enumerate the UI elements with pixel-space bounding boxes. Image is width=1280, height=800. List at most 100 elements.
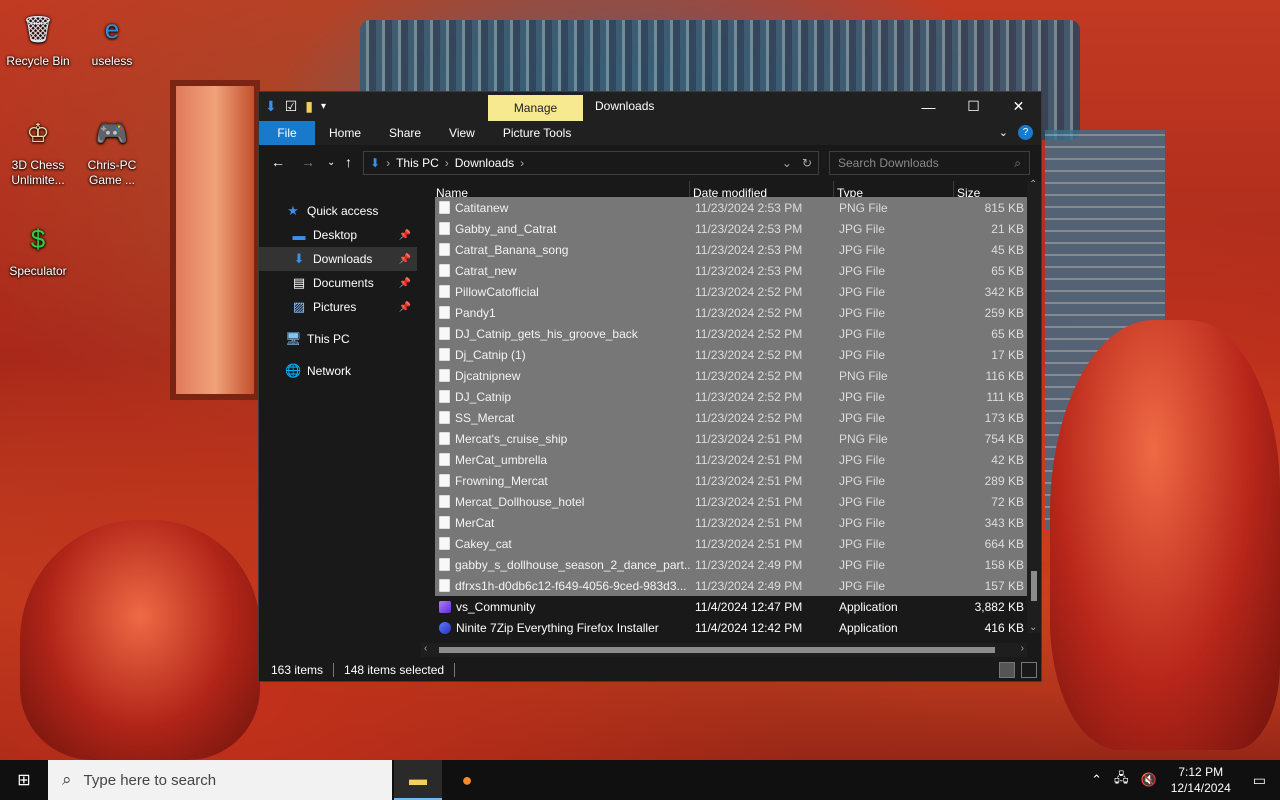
file-size: 815 KB: [984, 200, 1024, 215]
expand-ribbon-icon[interactable]: ⌄: [999, 126, 1008, 139]
file-list[interactable]: Name Date modified Type Size Catitanew 11…: [433, 181, 1041, 659]
file-date: 11/23/2024 2:52 PM: [695, 347, 803, 362]
file-row[interactable]: Mercat_Dollhouse_hotel 11/23/2024 2:51 PM…: [435, 491, 1029, 512]
file-row[interactable]: Dj_Catnip (1) 11/23/2024 2:52 PM JPG File 1…: [435, 344, 1029, 365]
quick-access-toolbar: ⬇ ☑ ▮ ▾: [265, 98, 326, 115]
nav-desktop[interactable]: ▬ Desktop 📌: [259, 223, 417, 247]
recent-locations-icon[interactable]: ⌄: [327, 157, 335, 168]
tab-picture-tools[interactable]: Picture Tools: [489, 121, 585, 145]
new-folder-icon[interactable]: ▮: [305, 98, 313, 115]
nav-quick-access[interactable]: ★ Quick access: [259, 199, 417, 223]
breadcrumb-downloads[interactable]: Downloads: [455, 156, 514, 170]
network-status-icon[interactable]: 🖧: [1108, 769, 1135, 791]
file-explorer-taskbar-icon[interactable]: ▬: [394, 760, 442, 800]
file-name: Ninite 7Zip Everything Firefox Installer: [456, 620, 659, 635]
file-row[interactable]: Catrat_new 11/23/2024 2:53 PM JPG File 65 K…: [435, 260, 1029, 281]
customize-toolbar-icon[interactable]: ▾: [321, 101, 326, 112]
item-count: 163 items: [271, 663, 324, 677]
help-icon[interactable]: ?: [1018, 125, 1033, 140]
nav-documents[interactable]: ▤ Documents 📌: [259, 271, 417, 295]
nav-downloads[interactable]: ⬇ Downloads 📌: [259, 247, 417, 271]
chevron-right-icon[interactable]: ›: [520, 156, 524, 170]
clock[interactable]: 7:12 PM 12/14/2024: [1163, 764, 1239, 796]
desktop-icon[interactable]: 🎮 Chris-PC Game ...: [74, 112, 150, 188]
forward-arrow-icon[interactable]: →: [301, 154, 315, 170]
image-file-icon: [439, 222, 450, 235]
desktop-icon[interactable]: e useless: [74, 8, 150, 69]
scroll-left-icon[interactable]: ‹: [424, 643, 427, 654]
manage-tab[interactable]: Manage: [488, 95, 583, 121]
vertical-scrollbar[interactable]: ⌃ ⌄: [1027, 179, 1041, 633]
notifications-icon[interactable]: ▭: [1239, 772, 1280, 789]
properties-icon[interactable]: ☑: [285, 98, 298, 115]
nav-this-pc[interactable]: 🖥 This PC: [259, 327, 417, 351]
file-row[interactable]: Pandy1 11/23/2024 2:52 PM JPG File 259 KB: [435, 302, 1029, 323]
tab-file[interactable]: File: [259, 121, 315, 145]
back-arrow-icon[interactable]: ←: [271, 154, 285, 170]
breadcrumb-this-pc[interactable]: This PC: [396, 156, 439, 170]
desktop-icon[interactable]: $ Speculator: [0, 218, 76, 279]
desktop-icon[interactable]: ♔ 3D Chess Unlimite...: [0, 112, 76, 188]
search-input[interactable]: Search Downloads ⌕: [829, 151, 1030, 175]
file-name: SS_Mercat: [455, 410, 515, 425]
file-name: Dj_Catnip (1): [455, 347, 526, 362]
maximize-button[interactable]: ☐: [951, 92, 996, 121]
file-type: JPG File: [839, 557, 886, 572]
scrollbar-thumb[interactable]: [1031, 571, 1037, 601]
file-row[interactable]: Catrat_Banana_song 11/23/2024 2:53 PM JPG …: [435, 239, 1029, 260]
scroll-down-icon[interactable]: ⌄: [1029, 622, 1037, 633]
close-button[interactable]: ✕: [996, 92, 1041, 121]
file-row[interactable]: vs_Community 11/4/2024 12:47 PM Applicatio…: [435, 596, 1029, 617]
address-box[interactable]: ⬇ › This PC › Downloads › ⌄ ↻: [363, 151, 819, 175]
file-row[interactable]: Ninite 7Zip Everything Firefox Installer…: [435, 617, 1029, 638]
taskbar-search-input[interactable]: ⌕ Type here to search: [48, 760, 392, 800]
scrollbar-thumb[interactable]: [439, 647, 995, 653]
scroll-right-icon[interactable]: ›: [1021, 643, 1024, 654]
nav-network[interactable]: 🌐 Network: [259, 359, 417, 383]
file-name: Mercat's_cruise_ship: [455, 431, 568, 446]
file-row[interactable]: PillowCatofficial 11/23/2024 2:52 PM JPG F…: [435, 281, 1029, 302]
tab-home[interactable]: Home: [315, 121, 375, 145]
show-hidden-icons-icon[interactable]: ⌃: [1085, 772, 1108, 788]
file-name: Catrat_new: [455, 263, 517, 278]
scroll-up-icon[interactable]: ⌃: [1029, 179, 1037, 190]
file-row[interactable]: gabby_s_dollhouse_season_2_dance_part...…: [435, 554, 1029, 575]
title-bar[interactable]: ⬇ ☑ ▮ ▾ Manage Downloads — ☐ ✕: [259, 92, 1041, 121]
file-row[interactable]: DJ_Catnip_gets_his_groove_back 11/23/2024…: [435, 323, 1029, 344]
file-row[interactable]: SS_Mercat 11/23/2024 2:52 PM JPG File 173 K…: [435, 407, 1029, 428]
volume-muted-icon[interactable]: 🔇: [1135, 772, 1163, 788]
chevron-down-icon[interactable]: ⌄: [782, 156, 792, 170]
file-type: JPG File: [839, 242, 886, 257]
taskbar-search-placeholder: Type here to search: [83, 771, 217, 789]
file-row[interactable]: Catitanew 11/23/2024 2:53 PM PNG File 815 K…: [435, 197, 1029, 218]
file-type: JPG File: [839, 347, 886, 362]
details-view-icon[interactable]: [999, 662, 1015, 678]
large-icons-view-icon[interactable]: [1021, 662, 1037, 678]
up-arrow-icon[interactable]: ↑: [345, 154, 352, 170]
game-icon: 🎮: [95, 117, 129, 148]
minimize-button[interactable]: —: [906, 92, 951, 121]
file-name: Djcatnipnew: [455, 368, 521, 383]
file-row[interactable]: Gabby_and_Catrat 11/23/2024 2:53 PM JPG Fi…: [435, 218, 1029, 239]
file-size: 416 KB: [984, 620, 1024, 635]
desktop-icon-label: useless: [91, 54, 133, 68]
file-row[interactable]: Frowning_Mercat 11/23/2024 2:51 PM JPG Fil…: [435, 470, 1029, 491]
chevron-right-icon[interactable]: ›: [386, 156, 390, 170]
file-row[interactable]: DJ_Catnip 11/23/2024 2:52 PM JPG File 111 K…: [435, 386, 1029, 407]
horizontal-scrollbar[interactable]: ‹ ›: [421, 643, 1027, 657]
file-row[interactable]: MerCat 11/23/2024 2:51 PM JPG File 343 KB: [435, 512, 1029, 533]
desktop-icon[interactable]: 🗑 Recycle Bin: [0, 8, 76, 69]
file-row[interactable]: Mercat's_cruise_ship 11/23/2024 2:51 PM PN…: [435, 428, 1029, 449]
nav-pictures[interactable]: ▨ Pictures 📌: [259, 295, 417, 319]
file-row[interactable]: Cakey_cat 11/23/2024 2:51 PM JPG File 664 K…: [435, 533, 1029, 554]
chevron-right-icon[interactable]: ›: [445, 156, 449, 170]
refresh-icon[interactable]: ↻: [802, 156, 812, 170]
file-row[interactable]: dfrxs1h-d0db6c12-f649-4056-9ced-983d3...…: [435, 575, 1029, 596]
tab-view[interactable]: View: [435, 121, 489, 145]
file-explorer-window[interactable]: ⬇ ☑ ▮ ▾ Manage Downloads — ☐ ✕ File Home…: [258, 91, 1042, 682]
tab-share[interactable]: Share: [375, 121, 435, 145]
file-row[interactable]: Djcatnipnew 11/23/2024 2:52 PM PNG File 116…: [435, 365, 1029, 386]
firefox-taskbar-icon[interactable]: ●: [443, 760, 491, 800]
windows-start-icon[interactable]: ⊞: [0, 760, 48, 800]
file-row[interactable]: MerCat_umbrella 11/23/2024 2:51 PM JPG Fil…: [435, 449, 1029, 470]
